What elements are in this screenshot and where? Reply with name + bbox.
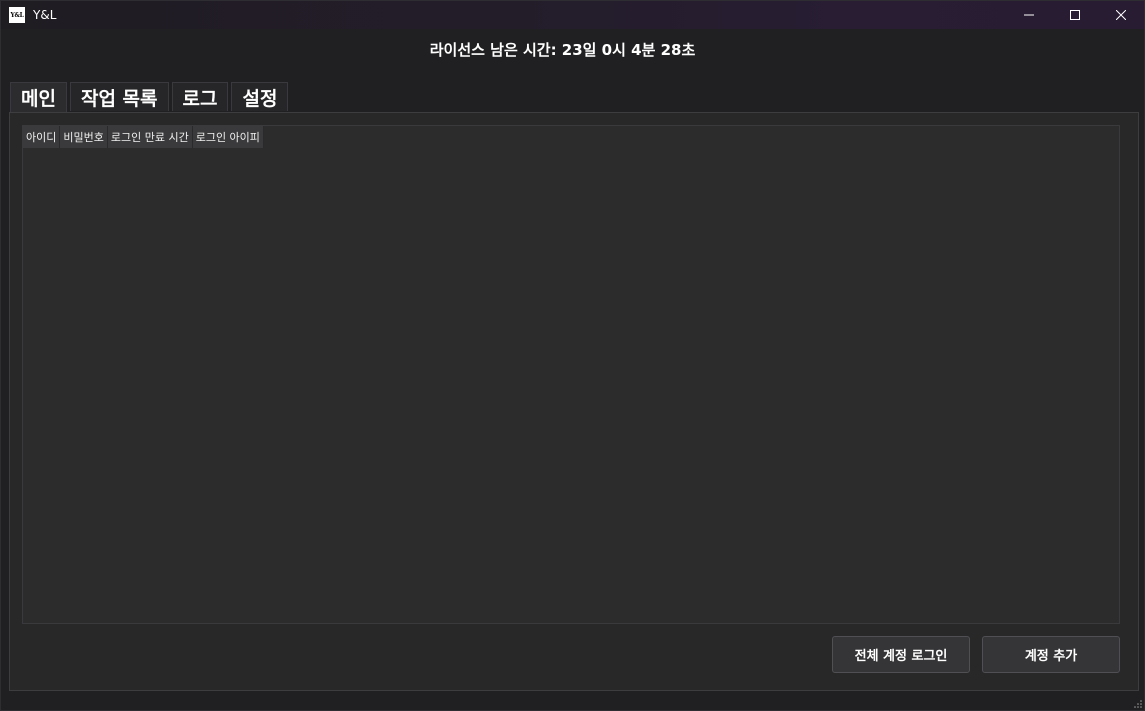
maximize-icon [1070,10,1080,20]
window-controls [1006,1,1144,29]
title-bar[interactable]: Y&L Y&L [1,1,1144,29]
window-title: Y&L [33,8,57,22]
license-remaining-time: 라이선스 남은 시간: 23일 0시 4분 28초 [429,41,696,59]
maximize-button[interactable] [1052,1,1098,29]
app-window: Y&L Y&L 라이선스 남은 시간: 23일 0시 4분 28초 메인 작업 … [0,0,1145,711]
column-header-login-ip[interactable]: 로그인 아이피 [192,126,264,148]
tab-bar: 메인 작업 목록 로그 설정 [10,82,291,112]
add-account-button[interactable]: 계정 추가 [982,636,1120,673]
tab-log[interactable]: 로그 [171,82,229,111]
column-header-password[interactable]: 비밀번호 [60,126,108,148]
login-all-accounts-button[interactable]: 전체 계정 로그인 [832,636,970,673]
tab-settings[interactable]: 설정 [231,82,289,111]
minimize-button[interactable] [1006,1,1052,29]
table-header: 아이디 비밀번호 로그인 만료 시간 로그인 아이피 [23,126,1119,148]
tab-task-list[interactable]: 작업 목록 [69,82,169,111]
resize-grip-icon[interactable] [1134,700,1142,708]
column-header-login-expiry[interactable]: 로그인 만료 시간 [107,126,193,148]
tab-main[interactable]: 메인 [10,82,67,112]
minimize-icon [1024,14,1034,16]
main-panel: 아이디 비밀번호 로그인 만료 시간 로그인 아이피 전체 계정 로그인 계정 … [9,112,1139,691]
account-table[interactable]: 아이디 비밀번호 로그인 만료 시간 로그인 아이피 [22,125,1120,624]
app-logo-icon: Y&L [9,7,25,23]
close-icon [1116,10,1126,20]
close-button[interactable] [1098,1,1144,29]
column-header-id[interactable]: 아이디 [23,126,61,148]
